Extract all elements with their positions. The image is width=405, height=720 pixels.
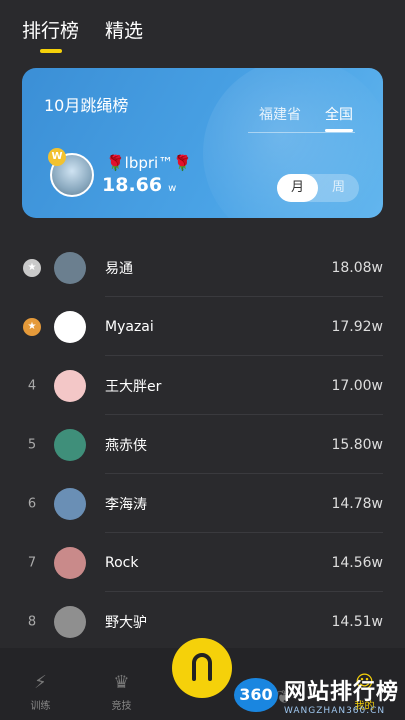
nav-competition-label: 竞技 bbox=[111, 701, 132, 712]
list-item[interactable]: 6 李海涛 14.78w bbox=[0, 474, 405, 533]
hero-card: 10月跳绳榜 福建省 全国 W 🌹lbpri™🌹 18.66 w 月 周 bbox=[22, 68, 383, 218]
user-score: 14.56w bbox=[331, 554, 383, 571]
user-score: 15.80w bbox=[331, 436, 383, 453]
avatar bbox=[54, 546, 86, 579]
silver-medal-icon: ★ bbox=[23, 258, 41, 277]
rank-medal: ★ bbox=[22, 258, 42, 277]
avatar bbox=[54, 487, 86, 520]
rank-number: 5 bbox=[27, 437, 37, 452]
user-name: 燕赤侠 bbox=[105, 437, 147, 454]
user-name: 王大胖er bbox=[105, 378, 162, 395]
region-tabs: 福建省 全国 bbox=[259, 104, 353, 132]
user-score: 17.92w bbox=[331, 318, 383, 335]
my-score-unit: w bbox=[168, 183, 177, 194]
ranking-list: ★ 易通 18.08w ★ Myazai 17.92w 4 王大胖er 17.0… bbox=[0, 238, 405, 651]
watermark: 360 网站排行榜 WANGZHAN360.CN bbox=[233, 674, 399, 716]
period-toggle: 月 周 bbox=[277, 174, 359, 202]
list-item[interactable]: 5 燕赤侠 15.80w bbox=[0, 415, 405, 474]
user-name: Rock bbox=[105, 554, 139, 571]
avatar bbox=[54, 605, 86, 638]
user-score: 14.51w bbox=[331, 613, 383, 630]
avatar bbox=[54, 428, 86, 461]
user-score: 18.08w bbox=[331, 259, 383, 276]
avatar bbox=[54, 310, 86, 343]
user-score: 14.78w bbox=[331, 495, 383, 512]
region-tab-province[interactable]: 福建省 bbox=[259, 104, 301, 132]
user-score: 17.00w bbox=[331, 377, 383, 394]
watermark-text: 网站排行榜 WANGZHAN360.CN bbox=[284, 674, 399, 716]
tab-featured[interactable]: 精选 bbox=[105, 16, 143, 53]
bronze-medal-icon: ★ bbox=[23, 317, 41, 336]
rank-number: 8 bbox=[27, 614, 37, 629]
user-name: 野大驴 bbox=[105, 614, 147, 631]
crown-icon: W bbox=[48, 148, 66, 166]
rope-icon bbox=[192, 653, 212, 681]
nav-training[interactable]: ⚡ 训练 bbox=[11, 672, 71, 712]
region-tab-national[interactable]: 全国 bbox=[325, 104, 353, 132]
rank-medal: ★ bbox=[22, 317, 42, 336]
nav-training-label: 训练 bbox=[30, 701, 51, 712]
top-tabs: 排行榜 精选 bbox=[22, 16, 143, 53]
list-item[interactable]: ★ 易通 18.08w bbox=[0, 238, 405, 297]
nav-competition[interactable]: ♛ 竞技 bbox=[92, 672, 152, 712]
period-week[interactable]: 周 bbox=[318, 174, 359, 202]
my-name: 🌹lbpri™🌹 bbox=[106, 154, 192, 172]
watermark-logo: 360 bbox=[233, 678, 278, 712]
bolt-icon: ⚡ bbox=[34, 672, 47, 693]
user-name: 易通 bbox=[105, 260, 133, 277]
list-item[interactable]: 4 王大胖er 17.00w bbox=[0, 356, 405, 415]
rank-number: 6 bbox=[27, 496, 37, 511]
crown-icon: ♛ bbox=[113, 672, 130, 693]
avatar bbox=[54, 251, 86, 284]
period-month[interactable]: 月 bbox=[277, 174, 318, 202]
rank-number: 7 bbox=[27, 555, 37, 570]
list-item[interactable]: 7 Rock 14.56w bbox=[0, 533, 405, 592]
user-name: 李海涛 bbox=[105, 496, 147, 513]
my-score-value: 18.66 bbox=[102, 174, 163, 196]
watermark-sub: WANGZHAN360.CN bbox=[283, 706, 386, 716]
watermark-main: 网站排行榜 bbox=[283, 680, 399, 705]
tab-ranking[interactable]: 排行榜 bbox=[22, 16, 79, 53]
avatar bbox=[54, 369, 86, 402]
list-item[interactable]: ★ Myazai 17.92w bbox=[0, 297, 405, 356]
start-jump-button[interactable] bbox=[172, 638, 232, 698]
my-score: 18.66 w bbox=[102, 174, 176, 196]
user-name: Myazai bbox=[105, 318, 154, 335]
region-divider bbox=[248, 132, 355, 133]
rank-number: 4 bbox=[27, 378, 37, 393]
hero-title: 10月跳绳榜 bbox=[44, 96, 129, 115]
